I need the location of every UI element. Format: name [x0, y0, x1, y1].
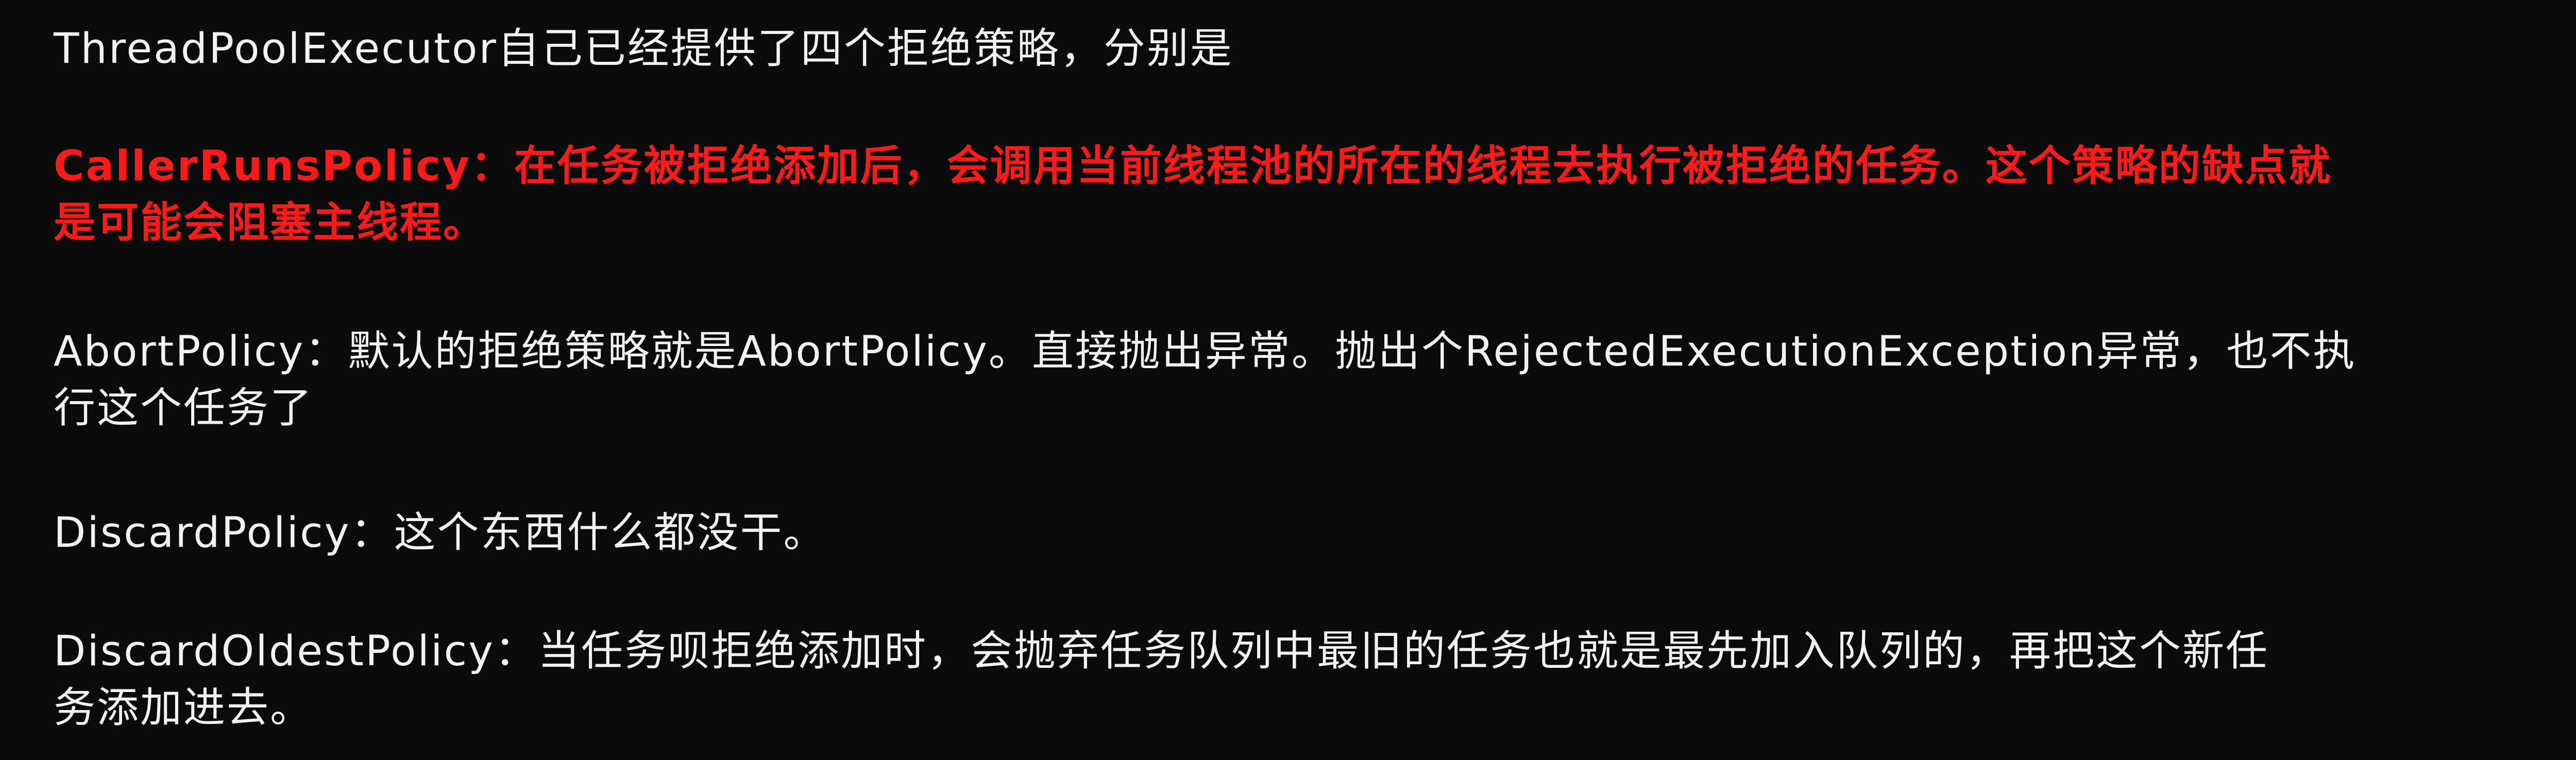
discard-oldest-policy-paragraph: DiscardOldestPolicy：当任务呗拒绝添加时，会抛弃任务队列中最旧… [54, 623, 2576, 736]
discard-oldest-policy-line-2: 务添加进去。 [54, 684, 314, 732]
discard-oldest-policy-line-1: DiscardOldestPolicy：当任务呗拒绝添加时，会抛弃任务队列中最旧… [54, 627, 2269, 676]
slide: ThreadPoolExecutor自己已经提供了四个拒绝策略，分别是 Call… [0, 0, 2576, 760]
discard-policy-paragraph: DiscardPolicy：这个东西什么都没干。 [54, 505, 2576, 561]
abort-policy-paragraph: AbortPolicy：默认的拒绝策略就是AbortPolicy。直接抛出异常。… [54, 323, 2576, 437]
intro-line: ThreadPoolExecutor自己已经提供了四个拒绝策略，分别是 [54, 25, 1233, 73]
intro-paragraph: ThreadPoolExecutor自己已经提供了四个拒绝策略，分别是 [54, 21, 2576, 77]
caller-runs-policy-paragraph: CallerRunsPolicy：在任务被拒绝添加后，会调用当前线程池的所在的线… [54, 138, 2576, 251]
caller-runs-policy-line-1: CallerRunsPolicy：在任务被拒绝添加后，会调用当前线程池的所在的线… [54, 142, 2332, 191]
discard-policy-line: DiscardPolicy：这个东西什么都没干。 [54, 509, 827, 557]
caller-runs-policy-line-2: 是可能会阻塞主线程。 [54, 199, 487, 247]
abort-policy-line-1: AbortPolicy：默认的拒绝策略就是AbortPolicy。直接抛出异常。… [54, 327, 2357, 376]
abort-policy-line-2: 行这个任务了 [54, 384, 314, 433]
